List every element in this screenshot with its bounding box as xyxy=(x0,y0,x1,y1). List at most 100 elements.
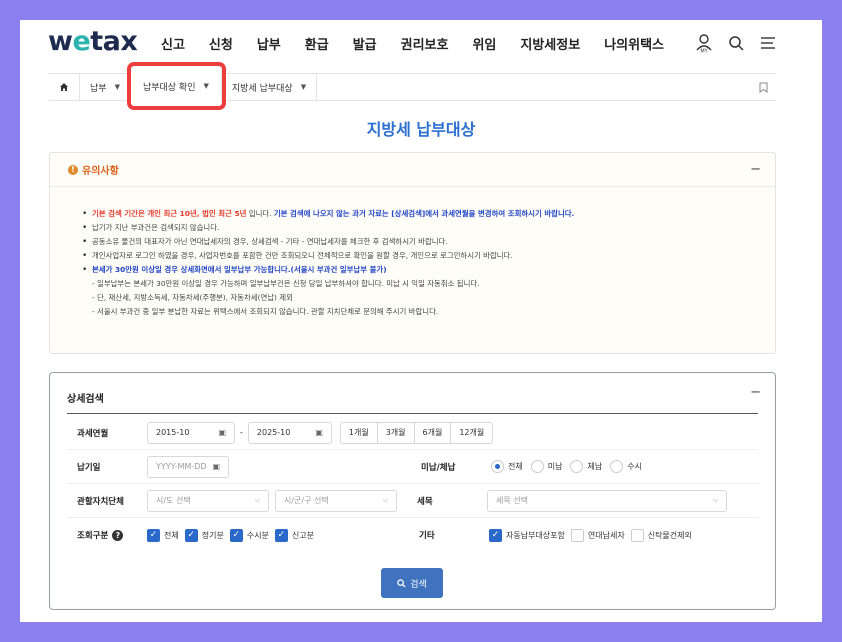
notice-text-blue: 기본 검색에 나오지 않는 과거 자료는 [상세검색]에서 과세연월을 변경하여… xyxy=(273,209,575,218)
chevron-down-icon: ▼ xyxy=(203,82,209,90)
nav-item-apply[interactable]: 신청 xyxy=(209,34,233,53)
nav-item-issue[interactable]: 발급 xyxy=(353,34,377,53)
trust-exclude-checkbox[interactable]: 신탁물건제외 xyxy=(630,528,692,542)
checkbox-checked-icon: ✓ xyxy=(147,528,160,542)
nav-item-delegate[interactable]: 위임 xyxy=(472,34,496,53)
radio-label: 미납 xyxy=(547,462,563,471)
warning-icon: ! xyxy=(68,164,78,175)
notice-item: 기본 검색 기간은 개인 최근 10년, 법인 최근 5년 입니다. 기본 검색… xyxy=(82,207,775,221)
status-radio-unpaid[interactable]: 미납 xyxy=(530,460,563,473)
menu-icon[interactable] xyxy=(758,32,778,54)
tax-item-label: 세목 xyxy=(417,496,433,507)
calendar-icon[interactable]: ▣ xyxy=(212,462,220,471)
nav-item-pay[interactable]: 납부 xyxy=(257,34,281,53)
breadcrumb-local-tax-target[interactable]: 지방세 납부대상 ▼ xyxy=(222,74,318,100)
chevron-down-icon: ⌵ xyxy=(712,496,718,504)
query-type-label: 조회구분? xyxy=(67,529,147,541)
radio-icon xyxy=(610,460,624,473)
notice-header[interactable]: ! 유의사항 xyxy=(50,153,775,187)
status-radio-overdue[interactable]: 체납 xyxy=(570,460,602,473)
search-button-label: 검색 xyxy=(410,579,427,590)
period-12-month-button[interactable]: 12개월 xyxy=(451,421,494,444)
logo-text-tax: tax xyxy=(90,26,138,57)
query-type-occasional-checkbox[interactable]: ✓ 수시분 xyxy=(229,528,269,542)
notice-subitem: - 단, 재산세, 지방소득세, 자동차세(주행분), 자동차세(연납) 제외 xyxy=(92,293,293,302)
bookmark-icon[interactable] xyxy=(759,82,768,96)
nav-item-refund[interactable]: 환급 xyxy=(305,34,329,53)
breadcrumb: 납부 ▼ 납부대상 확인 ▼ 지방세 납부대상 ▼ xyxy=(49,62,776,110)
status-radio-occasional[interactable]: 수시 xyxy=(610,460,642,473)
region-row: 관할자치단체 시/도 선택 ⌵ 시/군/구 선택 ⌵ 세목 세목 선택 ⌵ xyxy=(67,484,758,518)
period-6-month-button[interactable]: 6개월 xyxy=(414,421,452,444)
due-date-placeholder: YYYY-MM-DD xyxy=(156,462,207,471)
tax-item-select[interactable]: 세목 선택 ⌵ xyxy=(487,489,727,512)
logo-text-e: e xyxy=(72,26,91,57)
notice-item: 납기가 지난 부과건은 검색되지 않습니다. xyxy=(82,221,775,235)
checkbox-label: 신고분 xyxy=(291,530,315,540)
search-button[interactable]: 검색 xyxy=(381,568,443,598)
checkbox-checked-icon: ✓ xyxy=(184,528,198,542)
calendar-icon[interactable]: ▣ xyxy=(315,428,323,437)
query-type-regular-checkbox[interactable]: ✓ 정기분 xyxy=(184,528,224,542)
notice-text-blue: 본세가 30만원 이상일 경우 상세화면에서 일부납부 가능합니다.(서울시 부… xyxy=(92,265,387,274)
due-date-input[interactable]: YYYY-MM-DD ▣ xyxy=(147,455,229,478)
period-1-month-button[interactable]: 1개월 xyxy=(339,421,378,444)
chevron-down-icon: ⌵ xyxy=(254,496,260,504)
main-nav: 신고 신청 납부 환급 발급 권리보호 위임 지방세정보 나의위택스 xyxy=(161,34,688,53)
notice-list: 기본 검색 기간은 개인 최근 10년, 법인 최근 5년 입니다. 기본 검색… xyxy=(50,187,775,319)
period-quick-buttons: 1개월 3개월 6개월 12개월 xyxy=(339,421,494,444)
period-3-month-button[interactable]: 3개월 xyxy=(377,421,415,444)
breadcrumb-pay[interactable]: 납부 ▼ xyxy=(80,74,131,100)
nav-item-report[interactable]: 신고 xyxy=(161,34,185,53)
collapse-toggle-icon[interactable]: − xyxy=(750,385,761,400)
etc-label: 기타 xyxy=(419,531,435,541)
breadcrumb-payment-target-check[interactable]: 납부대상 확인 ▼ xyxy=(126,62,226,110)
detail-search-title: 상세검색 xyxy=(67,394,104,405)
status-label: 미납/체납 xyxy=(421,462,456,473)
notice-item: 공동소유 물건의 대표자가 아닌 연대납세자의 경우, 상세검색 - 기타 - … xyxy=(82,235,775,249)
search-icon[interactable] xyxy=(726,32,746,54)
site-header: wetax 신고 신청 납부 환급 발급 권리보호 위임 지방세정보 나의위택스… xyxy=(20,20,822,70)
chevron-down-icon: ▼ xyxy=(114,83,120,91)
checkbox-checked-icon: ✓ xyxy=(274,528,288,542)
calendar-icon[interactable]: ▣ xyxy=(218,428,226,437)
svg-text:MY: MY xyxy=(700,49,708,54)
sigungu-select[interactable]: 시/군/구 선택 ⌵ xyxy=(275,489,397,512)
breadcrumb-home[interactable] xyxy=(49,74,80,100)
radio-label: 전체 xyxy=(508,462,523,471)
tax-item-placeholder: 세목 선택 xyxy=(496,496,528,505)
collapse-toggle-icon[interactable]: − xyxy=(750,162,761,177)
joint-taxpayer-checkbox[interactable]: 연대납세자 xyxy=(570,528,625,542)
period-label: 과세연월 xyxy=(77,428,109,439)
logo-text-w: w xyxy=(48,26,73,57)
period-to-input[interactable]: 2025-10 ▣ xyxy=(247,421,332,444)
nav-item-rights[interactable]: 권리보호 xyxy=(401,34,449,53)
my-user-icon[interactable]: MY xyxy=(694,32,714,54)
notice-subitem: - 서울시 부과건 중 일부 분납한 자료는 위택스에서 조회되지 않습니다. … xyxy=(92,307,439,316)
notice-panel: ! 유의사항 − 기본 검색 기간은 개인 최근 10년, 법인 최근 5년 입… xyxy=(49,152,776,354)
breadcrumb-label: 납부 xyxy=(90,83,107,94)
status-radio-all[interactable]: 전체 xyxy=(491,460,523,473)
query-type-declared-checkbox[interactable]: ✓ 신고분 xyxy=(274,528,315,542)
checkbox-label: 연대납세자 xyxy=(587,530,625,540)
auto-pay-include-checkbox[interactable]: ✓ 자동납부대상포함 xyxy=(489,528,565,542)
help-icon[interactable]: ? xyxy=(112,529,124,541)
checkbox-label: 신탁물건제외 xyxy=(647,530,692,540)
wetax-logo[interactable]: wetax xyxy=(48,26,138,57)
notice-item: 개인사업자로 로그인 하였을 경우, 사업자번호를 포함한 건만 조회되오니 전… xyxy=(82,249,775,263)
checkbox-icon xyxy=(570,528,584,542)
radio-selected-icon xyxy=(491,460,504,473)
checkbox-checked-icon: ✓ xyxy=(229,528,243,542)
browser-page: wetax 신고 신청 납부 환급 발급 권리보호 위임 지방세정보 나의위택스… xyxy=(20,20,822,622)
page-title: 지방세 납부대상 xyxy=(366,120,476,139)
query-type-all-checkbox[interactable]: ✓ 전체 xyxy=(147,528,179,542)
sido-placeholder: 시/도 선택 xyxy=(156,496,191,505)
sido-select[interactable]: 시/도 선택 ⌵ xyxy=(147,489,269,512)
nav-item-my-wetax[interactable]: 나의위택스 xyxy=(604,34,664,53)
etc-checkbox-group: ✓ 자동납부대상포함 연대납세자 신탁물건제외 xyxy=(489,528,698,542)
sigungu-placeholder: 시/군/구 선택 xyxy=(284,496,329,505)
period-from-input[interactable]: 2015-10 ▣ xyxy=(147,421,235,444)
nav-item-tax-info[interactable]: 지방세정보 xyxy=(520,34,580,53)
period-from-value: 2015-10 xyxy=(156,428,190,437)
notice-text: 입니다. xyxy=(246,209,274,218)
